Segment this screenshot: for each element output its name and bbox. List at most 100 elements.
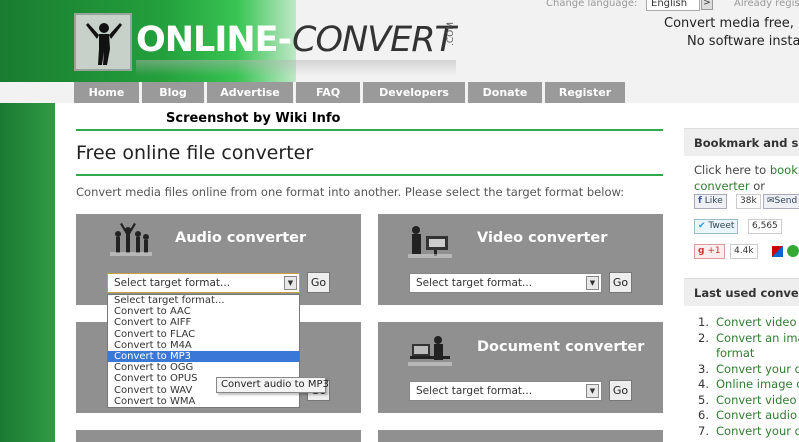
document-format-select[interactable]: Select target format... ▼ [409,381,602,401]
right-sidebar: Bookmark and shar Click here to bookm co… [684,128,799,442]
facebook-send-button[interactable]: ✉Send [763,194,799,209]
video-format-select[interactable]: Select target format... ▼ [409,273,602,293]
list-item-number: 3. [698,361,709,376]
video-camera-person-icon [408,226,452,258]
already-registered-link[interactable]: Already regist [734,0,799,9]
audio-converter-title: Audio converter [175,230,307,246]
list-item-number: 5. [698,392,709,407]
audio-format-select[interactable]: Select target format... ▼ [107,273,300,293]
logo-text-convert[interactable]: CONVERT [292,20,456,60]
list-item-link[interactable]: Convert an ima [716,331,799,345]
dropdown-option-highlighted[interactable]: Convert to MP3 [108,350,299,363]
chevron-down-icon: ▼ [586,276,599,290]
list-item-link[interactable]: Convert your d [716,362,799,376]
nav-register[interactable]: Register [545,82,625,103]
share-icon[interactable] [772,246,783,257]
document-converter-title: Document converter [477,339,645,355]
twitter-bird-icon: ✔ [698,221,706,231]
list-item[interactable]: 7. Convert your d [698,424,799,440]
tweet-button[interactable]: ✔ Tweet [694,219,739,234]
document-go-button[interactable]: Go [609,380,632,401]
list-item[interactable]: 1. Convert video t [698,315,799,331]
nav-advertise[interactable]: Advertise [207,82,293,103]
watermark-text: Screenshot by Wiki Info [166,111,341,126]
tagline-line1: Convert media free, [664,16,794,31]
main-nav: Home Blog Advertise FAQ Developers Donat… [74,82,625,103]
list-item-link[interactable]: Convert video t [716,315,799,329]
nav-blog[interactable]: Blog [142,82,204,103]
language-select[interactable]: English [646,0,700,11]
list-item[interactable]: 4. Online image co [698,377,799,393]
tweet-label: Tweet [708,221,735,231]
facebook-icon: f [698,196,702,206]
intro-text: Convert media files online from one form… [76,185,625,199]
bookmark-link[interactable]: bookm [770,163,799,177]
list-item[interactable]: 2. Convert an ima [698,331,799,347]
audio-people-icon [110,223,152,256]
dropdown-option[interactable]: Select target format... [108,295,299,306]
list-item-number: 1. [698,315,709,329]
audio-go-button[interactable]: Go [307,272,330,293]
google-plus-label: +1 [707,246,721,256]
google-plus-icon: g [698,246,705,256]
chevron-down-icon: ▼ [284,276,297,290]
send-icon: ✉ [767,196,775,206]
google-plus-button[interactable]: g +1 [694,244,725,259]
lower-panel-left [76,430,361,442]
facebook-send-label: Send [774,196,798,206]
list-item-number: 7. [698,423,709,438]
option-tooltip: Convert audio to MP3 [216,377,329,393]
change-language-label: Change language: [546,0,638,9]
dropdown-option[interactable]: Convert to FLAC [108,329,299,340]
language-go-button[interactable]: > [701,0,713,10]
nav-developers[interactable]: Developers [363,82,465,103]
logo-reflection [136,60,456,76]
nav-home[interactable]: Home [74,82,139,103]
share-more-icon[interactable] [787,245,799,257]
list-item-link[interactable]: Convert audio t [716,408,799,422]
list-item-link[interactable]: Online image co [716,377,799,391]
dropdown-option[interactable]: Convert to AIFF [108,317,299,328]
google-plus-count: 4.4k [730,244,758,259]
last-used-list: 1. Convert video t 2. Convert an ima forma… [698,315,799,439]
lower-panel-right [378,430,663,442]
list-item[interactable]: 5. Convert video t [698,393,799,409]
site-header: ONLINE- CONVERT .COM Change language: En… [0,0,799,103]
divider-title [76,174,663,176]
nav-donate[interactable]: Donate [468,82,542,103]
video-converter-title: Video converter [477,230,608,246]
logo-text-com: .COM [446,22,456,46]
list-item-number: 4. [698,377,709,391]
facebook-like-label: Like [704,196,723,206]
page-title: Free online file converter [76,142,314,164]
bookmark-heading: Bookmark and shar [684,128,799,156]
dropdown-option[interactable]: Convert to M4A [108,340,299,351]
document-format-select-value: Select target format... [416,385,533,397]
bookmark-text-prefix: Click here to [694,163,770,177]
facebook-like-count: 38k [736,194,761,209]
logo-text-online[interactable]: ONLINE- [136,20,292,60]
audio-format-select-value: Select target format... [114,277,231,289]
bookmark-text-or: or [749,179,765,193]
dropdown-option[interactable]: Convert to AAC [108,306,299,317]
cheering-person-icon [86,23,122,65]
dropdown-option[interactable]: Convert to OGG [108,362,299,373]
list-item-link[interactable]: Convert your d [716,424,799,438]
list-item-number: 2. [698,330,709,345]
divider-top [76,129,663,131]
list-item-number: 6. [698,408,709,422]
nav-faq[interactable]: FAQ [296,82,360,103]
list-item[interactable]: 3. Convert your d [698,362,799,378]
video-go-button[interactable]: Go [609,272,632,293]
list-item[interactable]: format [698,346,799,362]
list-item-link[interactable]: Convert video t [716,393,799,407]
bookmark-text: Click here to bookm [694,163,799,177]
logo-figure-box[interactable] [74,13,132,71]
converter-link[interactable]: converter [694,179,750,193]
list-item-link[interactable]: format [716,346,754,360]
facebook-like-button[interactable]: f Like [694,194,727,209]
document-person-icon [408,336,452,366]
list-item[interactable]: 6. Convert audio t [698,408,799,424]
bookmark-text-line2: converter or [694,179,765,193]
dropdown-option[interactable]: Convert to WMA [108,396,299,407]
